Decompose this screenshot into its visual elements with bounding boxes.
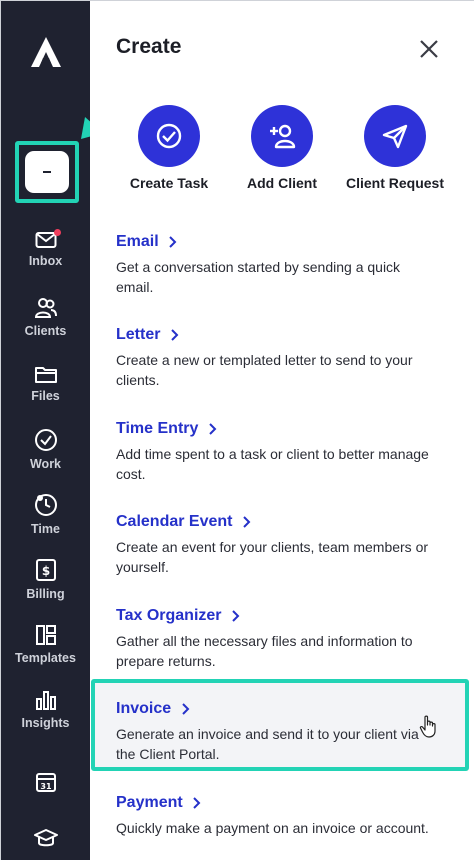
sidebar-item-label: Files [31, 389, 60, 403]
graduation-cap-icon [33, 829, 58, 847]
option-title: Payment [116, 794, 183, 811]
client-request-circle [364, 105, 426, 167]
sidebar-item-label: Insights [21, 716, 70, 730]
create-option-payment[interactable]: Payment Quickly make a payment on an inv… [116, 794, 436, 838]
sidebar-item-label: Inbox [28, 254, 63, 268]
client-request-button[interactable]: Client Request [340, 105, 450, 191]
sidebar-item-label: Billing [26, 587, 65, 601]
users-icon [34, 298, 57, 318]
chevron-right-icon [169, 236, 177, 248]
app-window: Inbox Clients Files Work Time $ Billing … [0, 0, 474, 860]
option-description: Create an event for your clients, team m… [116, 539, 429, 575]
svg-text:$: $ [41, 564, 49, 578]
option-title: Time Entry [116, 420, 199, 437]
option-description: Quickly make a payment on an invoice or … [116, 820, 429, 836]
create-option-letter[interactable]: Letter Create a new or templated letter … [116, 326, 436, 390]
sidebar-item-calendar[interactable]: 31 [1, 771, 90, 793]
create-option-time-entry[interactable]: Time Entry Add time spent to a task or c… [116, 420, 436, 484]
sidebar-item-files[interactable]: Files [1, 364, 90, 403]
minus-icon [43, 171, 51, 173]
create-option-tax-organizer[interactable]: Tax Organizer Gather all the necessary f… [116, 607, 436, 671]
create-option-invoice[interactable]: Invoice Generate an invoice and send it … [116, 700, 436, 764]
layout-icon [35, 625, 56, 645]
option-title: Tax Organizer [116, 607, 222, 624]
chevron-right-icon [171, 329, 179, 341]
send-icon [382, 124, 408, 149]
chevron-right-icon [209, 423, 217, 435]
sidebar-item-label: Time [31, 522, 60, 536]
sidebar-item-templates[interactable]: Templates [1, 624, 90, 665]
create-task-button[interactable]: Create Task [114, 105, 224, 191]
create-button-highlight [15, 141, 79, 203]
option-title: Calendar Event [116, 513, 233, 530]
add-client-button[interactable]: Add Client [227, 105, 337, 191]
option-title: Letter [116, 326, 161, 343]
mail-icon [35, 232, 56, 248]
option-title: Invoice [116, 700, 172, 717]
quick-action-label: Add Client [247, 175, 317, 191]
dollar-doc-icon: $ [35, 559, 56, 581]
hand-cursor-icon [419, 715, 436, 738]
sidebar-item-label: Templates [15, 651, 76, 665]
option-description: Generate an invoice and send it to your … [116, 726, 419, 762]
panel-title: Create [116, 35, 182, 58]
sidebar-item-label: Clients [24, 324, 67, 338]
sidebar-item-insights[interactable]: Insights [1, 689, 90, 730]
svg-text:31: 31 [40, 782, 52, 791]
sidebar-item-time[interactable]: Time [1, 493, 90, 536]
option-description: Create a new or templated letter to send… [116, 352, 413, 388]
chevron-right-icon [243, 516, 251, 528]
chevron-right-icon [181, 703, 190, 715]
create-button[interactable] [25, 151, 69, 193]
create-option-calendar-event[interactable]: Calendar Event Create an event for your … [116, 513, 436, 577]
app-logo[interactable] [29, 35, 63, 69]
option-description: Get a conversation started by sending a … [116, 259, 401, 295]
option-description: Gather all the necessary files and infor… [116, 633, 413, 669]
sidebar-item-billing[interactable]: $ Billing [1, 558, 90, 601]
folder-icon [34, 367, 57, 383]
quick-action-label: Create Task [129, 175, 209, 191]
check-circle-icon [156, 123, 182, 149]
calendar-icon: 31 [35, 773, 56, 792]
create-option-email[interactable]: Email Get a conversation started by send… [116, 233, 436, 297]
add-client-circle [251, 105, 313, 167]
sidebar-item-learning[interactable] [1, 827, 90, 849]
check-circle-icon [34, 429, 57, 451]
notification-dot [54, 229, 61, 236]
chevron-right-icon [193, 797, 201, 809]
quick-action-label: Client Request [345, 175, 444, 191]
bar-chart-icon [35, 691, 56, 710]
clock-icon [34, 494, 57, 516]
chevron-right-icon [232, 610, 240, 622]
option-description: Add time spent to a task or client to be… [116, 446, 429, 482]
sidebar-item-clients[interactable]: Clients [1, 297, 90, 338]
add-user-icon [270, 124, 296, 149]
sidebar-item-work[interactable]: Work [1, 428, 90, 471]
create-task-circle [138, 105, 200, 167]
option-title: Email [116, 233, 159, 250]
sidebar-item-label: Work [29, 457, 62, 471]
sidebar-item-inbox[interactable]: Inbox [1, 229, 90, 268]
close-icon[interactable] [418, 38, 440, 60]
